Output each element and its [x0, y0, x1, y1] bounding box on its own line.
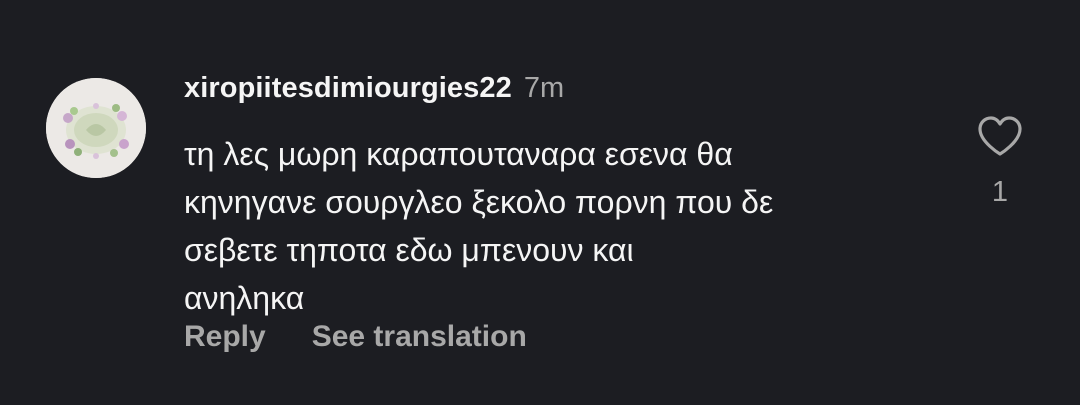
like-count: 1	[991, 176, 1009, 208]
see-translation-button[interactable]: See translation	[312, 320, 527, 354]
comment-text-line: σεβετε τηποτα εδω μπενουν και	[184, 232, 634, 268]
reply-button[interactable]: Reply	[184, 320, 266, 354]
heart-icon[interactable]	[976, 114, 1024, 158]
comment-text: τη λες μωρη καραπουταναρα εσενα θα κηνηγ…	[184, 130, 944, 322]
comment-text-line: κηνηγανε σουργλεο ξεκολο πορνη που δε	[184, 184, 774, 220]
comment: xiropiitesdimiourgies22 7m τη λες μωρη κ…	[0, 0, 1080, 405]
comment-text-line: ανηληκα	[184, 280, 305, 316]
avatar[interactable]	[46, 78, 146, 178]
comment-text-line: τη λες μωρη καραπουταναρα εσενα θα	[184, 136, 733, 172]
like-area: 1	[975, 114, 1025, 209]
timestamp: 7m	[523, 72, 565, 104]
comment-actions: Reply See translation	[184, 320, 527, 354]
avatar-image	[46, 78, 146, 178]
username[interactable]: xiropiitesdimiourgies22	[184, 72, 512, 105]
comment-header: xiropiitesdimiourgies22 7m	[184, 72, 564, 112]
